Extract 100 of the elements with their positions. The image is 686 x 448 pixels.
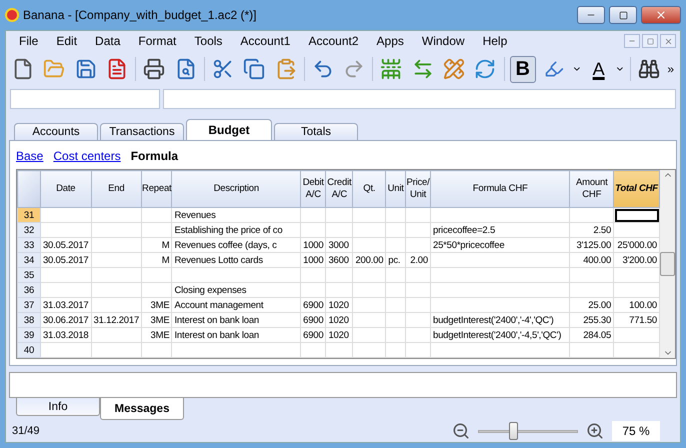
table-cell [91,282,142,298]
row-number[interactable]: 37 [18,298,40,312]
column-header[interactable]: Total CHF [614,170,660,208]
grid-corner [18,170,40,208]
table-cell [91,208,142,222]
table-cell [352,298,386,312]
menu-item[interactable]: Data [86,34,130,48]
table-cell [406,298,430,312]
row-number[interactable]: 39 [18,328,40,342]
view-link[interactable]: Cost centers [53,149,121,163]
menu-item[interactable]: Account1 [231,34,300,48]
menu-item[interactable]: Edit [47,34,86,48]
menu-item[interactable]: Format [129,34,186,48]
table-cell [142,208,172,222]
menu-item[interactable]: Help [474,34,516,48]
row-number[interactable]: 40 [18,342,40,358]
close-button[interactable] [660,34,676,48]
table-cell [352,238,386,252]
view-link[interactable]: Base [16,149,44,163]
menu-item[interactable]: Apps [368,34,413,48]
column-header[interactable]: Credit A/C [326,170,353,208]
table-cell [326,342,353,358]
menu-item[interactable]: File [10,34,48,48]
maximize-icon [618,10,628,20]
column-header[interactable]: Formula CHF [430,170,570,208]
table-cell [40,268,91,282]
table-tab[interactable]: Totals [274,123,358,140]
table-cell: 3ME [142,328,172,342]
column-header[interactable]: Unit [386,170,406,208]
table-cell [406,268,430,282]
zoom-field[interactable]: 75 % [612,421,660,441]
table-cell: M [142,252,172,268]
row-number[interactable]: 33 [18,238,40,252]
close-icon [664,36,672,46]
bold-button[interactable]: B [510,56,536,82]
minimize-button[interactable] [624,34,640,48]
slider-thumb[interactable] [509,422,518,440]
row-number[interactable]: 34 [18,252,40,268]
more-button[interactable]: » [667,62,674,76]
zoom-in-icon[interactable] [586,422,604,440]
column-header[interactable]: End [91,170,142,208]
table-cell: 1020 [326,298,353,312]
table-cell [91,268,142,282]
font-color-button[interactable]: A [586,56,610,82]
panel-tab[interactable]: Info [16,398,100,416]
table-cell [142,222,172,238]
table-cell: 2.00 [406,252,430,268]
zoom-slider[interactable] [478,421,578,441]
panel-tab[interactable]: Messages [100,398,184,420]
table-cell: 6900 [300,298,326,312]
table-cell: 31.03.2017 [40,298,91,312]
column-header[interactable]: Amount CHF [570,170,614,208]
table-cell: 3000 [326,238,353,252]
table-cell [386,238,406,252]
table-cell: Revenues [172,208,301,222]
table-cell [352,328,386,342]
table-cell [300,342,326,358]
column-header[interactable]: Repeat [142,170,172,208]
table-cell [326,208,353,222]
column-header[interactable]: Price/ Unit [406,170,430,208]
menu-item[interactable]: Window [412,34,474,48]
view-link[interactable]: Formula [130,149,178,163]
column-header[interactable]: Debit A/C [300,170,326,208]
minimize-button[interactable] [577,6,605,24]
row-number[interactable]: 31 [18,208,40,222]
row-number[interactable]: 38 [18,312,40,328]
copy-icon [243,58,266,80]
scroll-thumb[interactable] [660,252,675,276]
cell-content-field[interactable] [163,89,676,109]
redo-icon [343,58,366,80]
row-number[interactable]: 32 [18,222,40,238]
table-cell: 30.05.2017 [40,252,91,268]
table-cell: 3600 [326,252,353,268]
table-tab[interactable]: Transactions [100,123,184,140]
table-cell: 400.00 [570,252,614,268]
menu-item[interactable]: Account2 [299,34,368,48]
table-cell [40,208,91,222]
table-cell [142,268,172,282]
menu-item[interactable]: Tools [185,34,232,48]
vertical-scrollbar[interactable] [660,170,675,358]
table-cell [614,208,660,222]
table-cell [406,328,430,342]
zoom-out-icon[interactable] [452,422,470,440]
table-cell: pricecoffee=2.5 [430,222,570,238]
restore-button[interactable] [642,34,658,48]
table-cell [91,222,142,238]
table-cell [142,282,172,298]
table-cell [300,222,326,238]
maximize-button[interactable] [609,6,637,24]
table-cell [406,238,430,252]
cell-address-field[interactable] [10,89,160,109]
row-number[interactable]: 36 [18,282,40,298]
close-button[interactable] [641,6,681,24]
table-tab[interactable]: Accounts [14,123,98,140]
column-header[interactable]: Description [172,170,301,208]
table-tab[interactable]: Budget [186,119,272,140]
column-header[interactable]: Date [40,170,91,208]
row-number[interactable]: 35 [18,268,40,282]
table-cell [91,328,142,342]
column-header[interactable]: Qt. [352,170,386,208]
